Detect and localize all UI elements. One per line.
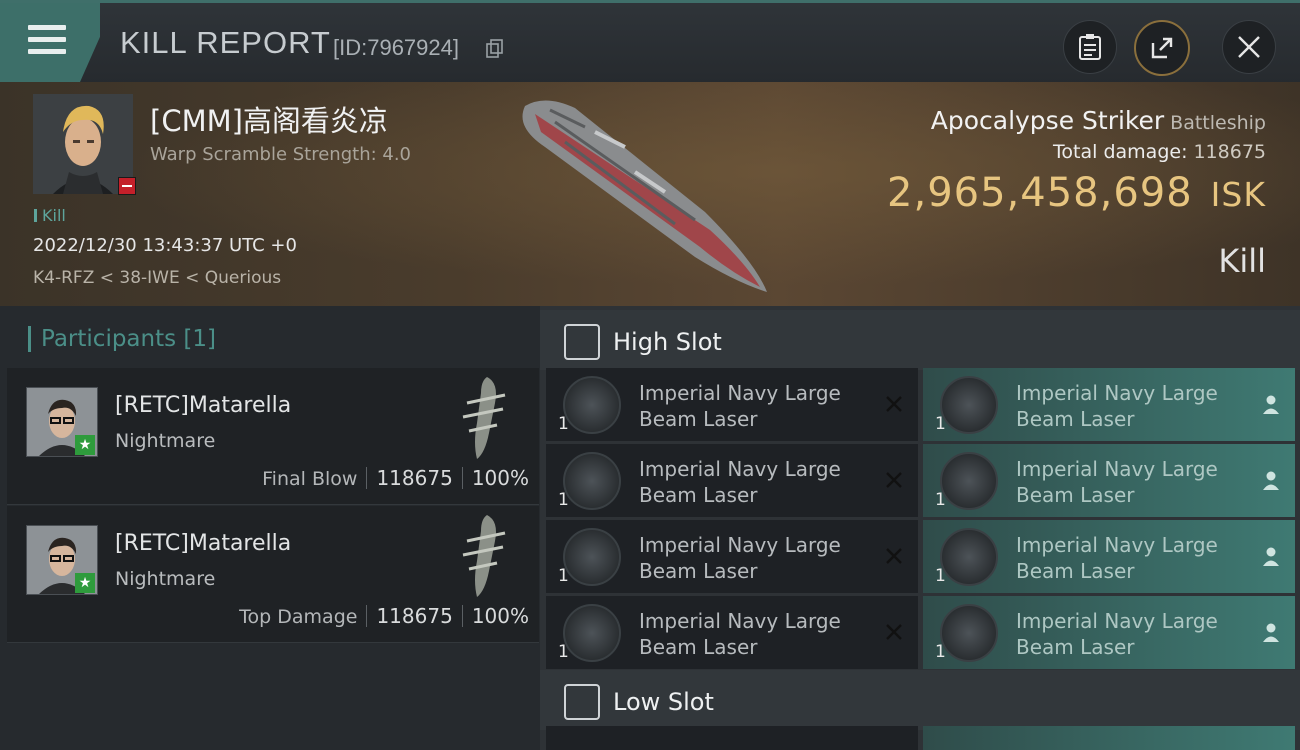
star-icon: ★ — [75, 573, 95, 593]
item-name: Imperial Navy Large Beam Laser — [639, 609, 841, 659]
warp-scramble-strength: Warp Scramble Strength: 4.0 — [150, 144, 412, 165]
module-icon — [563, 376, 621, 434]
module-icon — [940, 528, 998, 586]
low-slot-title: Low Slot — [613, 688, 714, 716]
destroyed-item[interactable] — [546, 726, 918, 750]
kill-location[interactable]: K4-RFZ < 38-IWE < Querious — [33, 268, 281, 288]
item-name: Imperial Navy Large Beam Laser — [1016, 533, 1218, 583]
dropped-item[interactable]: 1 Imperial Navy Large Beam Laser — [923, 596, 1295, 669]
share-icon — [1151, 37, 1173, 59]
ship-image — [462, 515, 506, 597]
hostile-badge — [118, 177, 136, 195]
menu-button[interactable] — [0, 3, 100, 82]
person-icon — [1263, 395, 1279, 414]
participant-name[interactable]: [RETC]Matarella — [115, 531, 291, 556]
item-name: Imperial Navy Large Beam Laser — [639, 457, 841, 507]
kill-datetime: 2022/12/30 13:43:37 UTC +0 — [33, 235, 297, 256]
isk-value: 2,965,458,698 ISK — [887, 170, 1266, 216]
low-slot-header: Low Slot — [540, 670, 1300, 730]
destroyed-x-icon — [886, 548, 902, 564]
destroyed-item[interactable]: 1 Imperial Navy Large Beam Laser — [546, 444, 918, 517]
participants-panel: Participants [1] ★ [RETC]Matarella Night… — [0, 306, 540, 750]
module-icon — [563, 452, 621, 510]
participant-stats: Top Damage 118675 100% — [239, 604, 529, 628]
item-name: Imperial Navy Large Beam Laser — [1016, 457, 1218, 507]
participant-ship: Nightmare — [115, 430, 216, 452]
participant-name[interactable]: [RETC]Matarella — [115, 393, 291, 418]
dropped-item[interactable] — [923, 726, 1295, 750]
item-name: Imperial Navy Large Beam Laser — [1016, 381, 1218, 431]
total-damage: Total damage: 118675 — [1053, 141, 1266, 163]
clipboard-button[interactable] — [1063, 20, 1117, 74]
kill-tag: Kill — [34, 206, 66, 225]
close-button[interactable] — [1222, 20, 1276, 74]
kill-result: Kill — [1218, 242, 1266, 280]
participant-stats: Final Blow 118675 100% — [262, 466, 529, 490]
participants-title: Participants [1] — [28, 326, 216, 352]
destroyed-item[interactable]: 1 Imperial Navy Large Beam Laser — [546, 596, 918, 669]
destroyed-x-icon — [886, 396, 902, 412]
clipboard-icon — [1079, 34, 1101, 60]
module-icon — [940, 376, 998, 434]
destroyed-item[interactable]: 1 Imperial Navy Large Beam Laser — [546, 520, 918, 593]
person-icon — [1263, 623, 1279, 642]
participant-row[interactable]: ★ [RETC]Matarella Nightmare Top Damage 11… — [7, 506, 539, 643]
ship-name[interactable]: Apocalypse Striker Battleship — [931, 106, 1266, 135]
copy-icon[interactable] — [486, 39, 504, 59]
kill-id: [ID:7967924] — [333, 35, 459, 60]
page-title: KILL REPORT — [120, 25, 331, 60]
fitting-panel: High Slot 1 Imperial Navy Large Beam Las… — [540, 306, 1300, 750]
star-icon: ★ — [75, 435, 95, 455]
destroyed-x-icon — [886, 472, 902, 488]
module-icon — [940, 452, 998, 510]
module-icon — [940, 604, 998, 662]
item-name: Imperial Navy Large Beam Laser — [639, 533, 841, 583]
destroyed-item[interactable]: 1 Imperial Navy Large Beam Laser — [546, 368, 918, 441]
item-name: Imperial Navy Large Beam Laser — [639, 381, 841, 431]
high-slot-title: High Slot — [613, 328, 722, 356]
close-icon — [1238, 36, 1260, 58]
module-icon — [563, 528, 621, 586]
low-slot-icon — [564, 684, 600, 720]
participant-row[interactable]: ★ [RETC]Matarella Nightmare Final Blow 11… — [7, 368, 539, 505]
item-name: Imperial Navy Large Beam Laser — [1016, 609, 1218, 659]
person-icon — [1263, 471, 1279, 490]
share-button[interactable] — [1134, 20, 1190, 76]
high-slot-icon — [564, 324, 600, 360]
ship-class: Battleship — [1170, 112, 1266, 134]
victim-banner: [CMM]高阁看炎凉 Warp Scramble Strength: 4.0 K… — [0, 82, 1300, 306]
header-bar: KILL REPORT [ID:7967924] — [0, 0, 1300, 85]
dropped-item[interactable]: 1 Imperial Navy Large Beam Laser — [923, 368, 1295, 441]
ship-image — [522, 100, 767, 292]
destroyed-x-icon — [886, 624, 902, 640]
dropped-item[interactable]: 1 Imperial Navy Large Beam Laser — [923, 520, 1295, 593]
high-slot-header: High Slot — [540, 310, 1300, 370]
dropped-item[interactable]: 1 Imperial Navy Large Beam Laser — [923, 444, 1295, 517]
module-icon — [563, 604, 621, 662]
victim-name[interactable]: [CMM]高阁看炎凉 — [150, 98, 388, 140]
menu-icon — [28, 25, 66, 57]
participant-ship: Nightmare — [115, 568, 216, 590]
ship-image — [462, 377, 506, 459]
person-icon — [1263, 547, 1279, 566]
